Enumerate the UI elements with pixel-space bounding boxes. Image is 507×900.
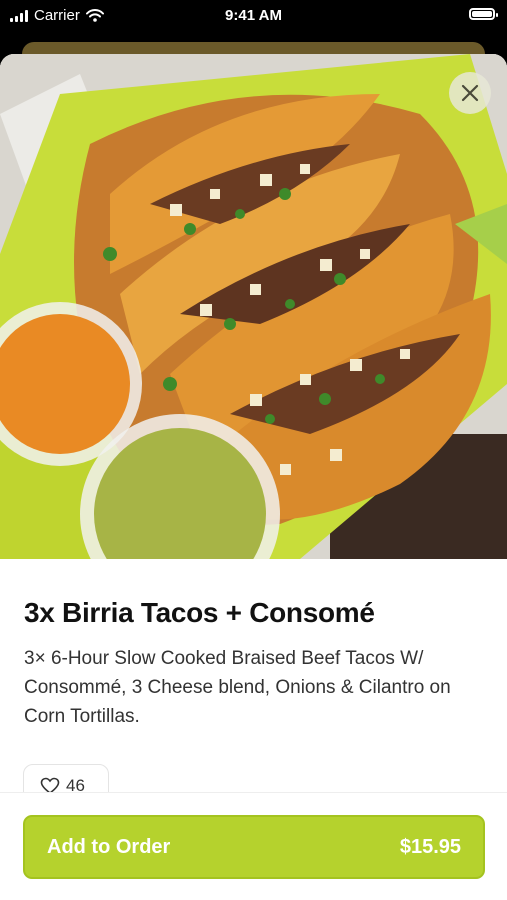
item-description: 3× 6-Hour Slow Cooked Braised Beef Tacos… [24,648,451,727]
tacos-photo-illustration [0,54,507,559]
item-price: $15.95 [399,835,461,858]
battery-icon [469,8,498,20]
item-title: 3x Birria Tacos + Consomé [24,597,375,628]
order-footer: Add to Order $15.95 [0,792,507,900]
item-detail-sheet: 3x Birria Tacos + Consomé 3× 6-Hour Slow… [0,54,507,900]
status-time: 9:41 AM [225,7,282,24]
status-bar: Carrier 9:41 AM [0,0,507,32]
close-button[interactable] [449,72,491,114]
close-icon [461,84,479,102]
add-to-order-button[interactable]: Add to Order $15.95 [23,815,485,879]
add-to-order-label: Add to Order [47,835,171,858]
item-photo [0,54,507,559]
